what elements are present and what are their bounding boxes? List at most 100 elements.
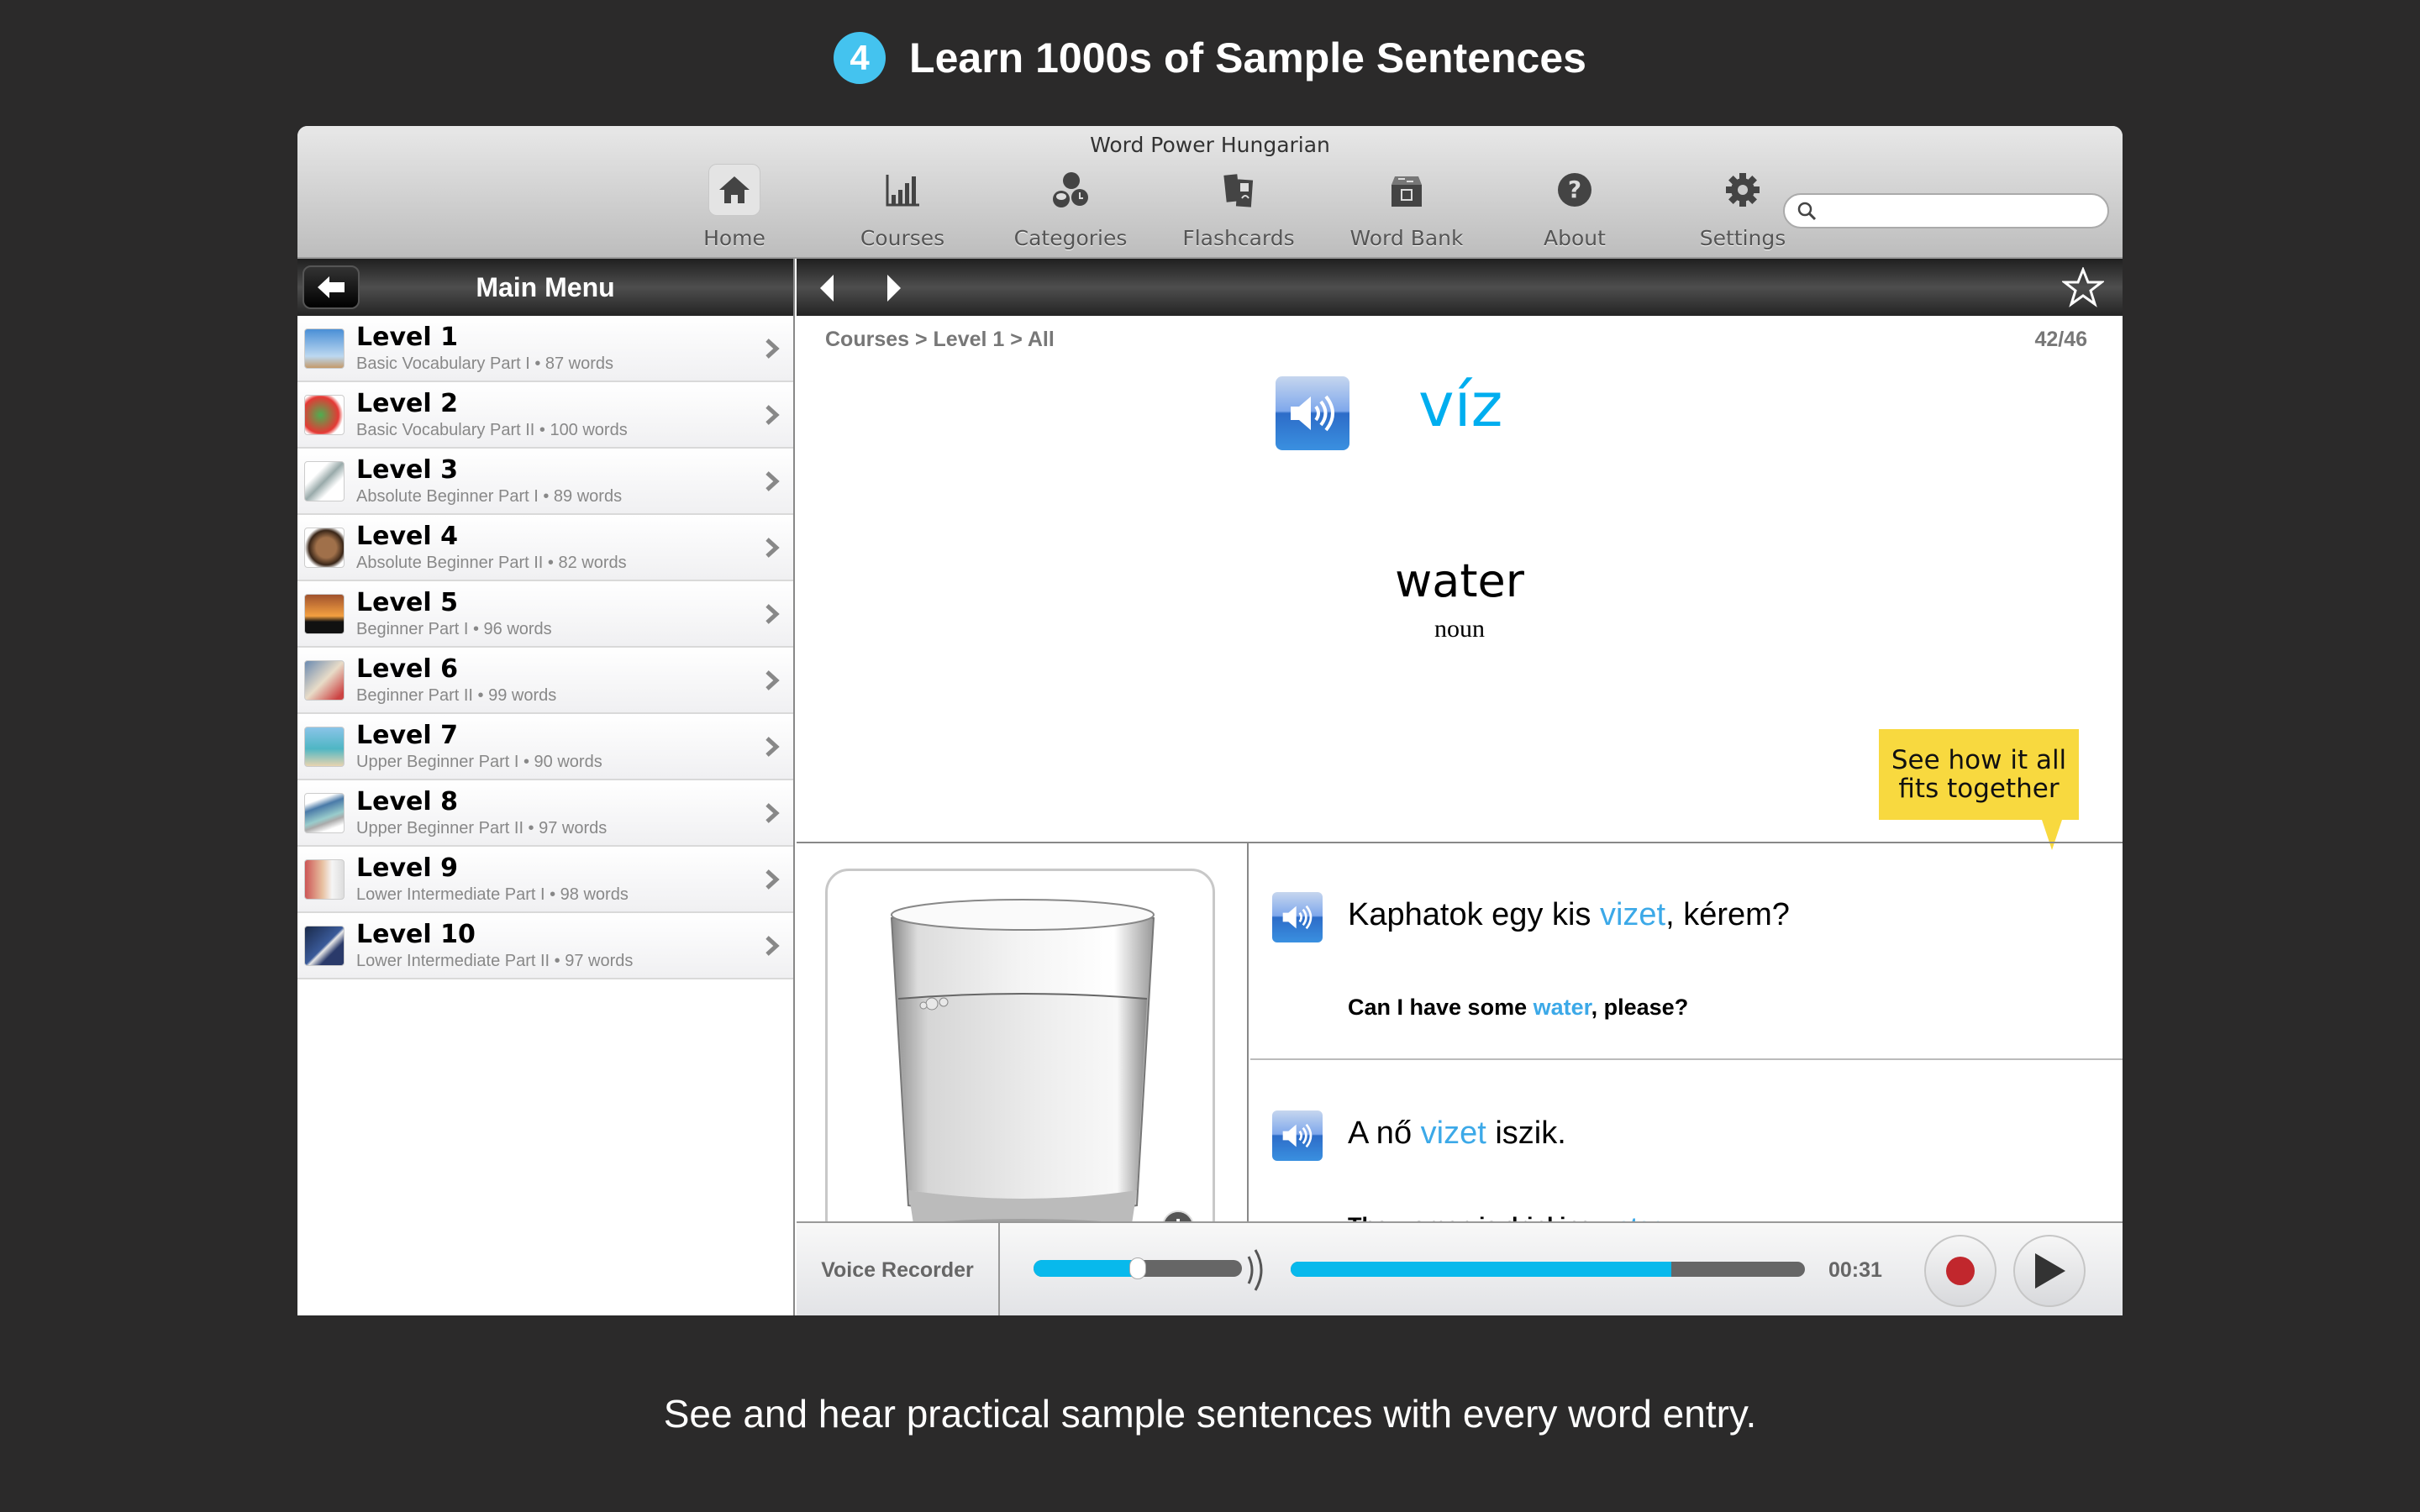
sentence-text: A nő [1348, 1116, 1421, 1151]
star-favorite-icon[interactable] [2062, 267, 2104, 307]
english-sentence: Can I have some water, please? [1348, 995, 1688, 1021]
level-subtitle: Lower Intermediate Part II • 97 words [356, 951, 634, 970]
speaker-icon [1291, 395, 1334, 432]
sidebar-title: Main Menu [476, 271, 615, 302]
chevron-right-icon [765, 405, 780, 425]
next-arrow-icon[interactable] [884, 274, 904, 302]
level-item[interactable]: Level 5 Beginner Part I • 96 words [297, 581, 793, 648]
toolbar-flashcards[interactable]: Flashcards [1155, 164, 1323, 256]
part-of-speech: noun [1434, 615, 1485, 643]
chevron-right-icon [765, 471, 780, 491]
level-item[interactable]: Level 4 Absolute Beginner Part II • 82 wo… [297, 515, 793, 581]
chevron-right-icon [765, 538, 780, 558]
toolbar-label: Flashcards [1182, 226, 1295, 250]
chevron-right-icon [765, 670, 780, 690]
play-sentence-audio-button[interactable] [1272, 1110, 1323, 1161]
home-icon [708, 164, 760, 216]
level-item[interactable]: Level 3 Absolute Beginner Part I • 89 wor… [297, 449, 793, 515]
card-counter: 42/46 [2034, 328, 2087, 351]
search-input[interactable] [1823, 200, 2107, 222]
chevron-right-icon [765, 936, 780, 956]
level-thumbnail [304, 925, 345, 966]
toolbar-categories[interactable]: Categories [986, 164, 1155, 256]
level-thumbnail [304, 328, 345, 369]
volume-fill [1034, 1260, 1138, 1277]
toolbar: Home Courses Categories Flashcards Word … [650, 164, 1827, 256]
level-subtitle: Lower Intermediate Part I • 98 words [356, 885, 629, 904]
voice-recorder-label: Voice Recorder [797, 1223, 1000, 1315]
record-button[interactable] [1924, 1235, 1996, 1307]
level-name: Level 8 [356, 786, 458, 816]
toolbar-courses[interactable]: Courses [818, 164, 986, 256]
level-subtitle: Upper Beginner Part I • 90 words [356, 752, 602, 771]
level-thumbnail [304, 726, 345, 767]
play-button[interactable] [2013, 1235, 2086, 1307]
chevron-right-icon [765, 604, 780, 624]
search-icon [1797, 202, 1817, 221]
toolbar-label: Categories [1013, 226, 1128, 250]
toolbar-word-bank[interactable]: Word Bank [1323, 164, 1491, 256]
elapsed-time: 00:31 [1828, 1258, 1882, 1282]
level-thumbnail [304, 460, 345, 501]
level-list: Level 1 Basic Vocabulary Part I • 87 word… [297, 316, 793, 979]
toolbar-about[interactable]: ? About [1491, 164, 1659, 256]
progress-fill [1291, 1262, 1671, 1277]
word-image[interactable]: + [825, 869, 1215, 1262]
categories-icon [1044, 164, 1097, 216]
level-name: Level 4 [356, 521, 458, 551]
level-item[interactable]: Level 8 Upper Beginner Part II • 97 words [297, 780, 793, 847]
play-sentence-audio-button[interactable] [1272, 892, 1323, 942]
level-item[interactable]: Level 7 Upper Beginner Part I • 90 words [297, 714, 793, 780]
window-title: Word Power Hungarian [1090, 133, 1330, 157]
bar-chart-icon [876, 164, 929, 216]
speaker-icon [1282, 1123, 1313, 1148]
toolbar-home[interactable]: Home [650, 164, 818, 256]
level-subtitle: Upper Beginner Part II • 97 words [356, 818, 608, 837]
level-item[interactable]: Level 9 Lower Intermediate Part I • 98 wo… [297, 847, 793, 913]
previous-arrow-icon[interactable] [817, 274, 837, 302]
toolbar-label: About [1544, 226, 1606, 250]
highlighted-word: vizet [1599, 897, 1666, 932]
level-name: Level 3 [356, 454, 458, 485]
water-glass-image [890, 899, 1155, 1236]
playback-progress-bar[interactable] [1291, 1262, 1805, 1277]
level-subtitle: Beginner Part I • 96 words [356, 619, 552, 638]
level-item[interactable]: Level 6 Beginner Part II • 99 words [297, 648, 793, 714]
level-item[interactable]: Level 2 Basic Vocabulary Part II • 100 wo… [297, 382, 793, 449]
toolbar-label: Settings [1699, 226, 1786, 250]
volume-slider[interactable] [1034, 1257, 1242, 1279]
level-subtitle: Absolute Beginner Part I • 89 words [356, 486, 623, 506]
breadcrumb: Courses > Level 1 > All [825, 328, 1055, 351]
question-icon: ? [1549, 164, 1601, 216]
level-item[interactable]: Level 1 Basic Vocabulary Part I • 87 word… [297, 316, 793, 382]
sentence-text: , please? [1591, 995, 1689, 1020]
volume-knob[interactable] [1129, 1257, 1146, 1279]
tooltip-callout: See how it all fits together [1879, 729, 2079, 850]
search-field[interactable] [1783, 193, 2109, 228]
level-thumbnail [304, 659, 345, 701]
sample-sentence: Kaphatok egy kis vizet, kérem? Can I hav… [1250, 843, 2123, 1060]
play-word-audio-button[interactable] [1276, 376, 1349, 450]
sentence-text: Kaphatok egy kis [1348, 897, 1600, 932]
title-bar: Word Power Hungarian Home Courses Catego… [297, 126, 2123, 259]
level-subtitle: Beginner Part II • 99 words [356, 685, 557, 705]
step-badge: 4 [834, 32, 886, 84]
level-thumbnail [304, 394, 345, 435]
level-item[interactable]: Level 10 Lower Intermediate Part II • 97 … [297, 913, 793, 979]
svg-text:?: ? [1568, 176, 1581, 203]
level-name: Level 9 [356, 853, 458, 883]
hungarian-sentence: A nő vizet iszik. [1348, 1116, 1566, 1152]
level-subtitle: Absolute Beginner Part II • 82 words [356, 553, 627, 572]
back-button[interactable] [302, 265, 360, 309]
level-thumbnail [304, 593, 345, 634]
level-thumbnail [304, 858, 345, 900]
level-name: Level 6 [356, 654, 458, 684]
sentence-text: , kérem? [1665, 897, 1790, 932]
voice-recorder: Voice Recorder 00:31 [797, 1221, 2123, 1315]
level-name: Level 1 [356, 322, 458, 352]
level-name: Level 10 [356, 919, 476, 949]
record-icon [1946, 1257, 1975, 1285]
toolbar-label: Courses [860, 226, 945, 250]
promo-caption: See and hear practical sample sentences … [663, 1392, 1757, 1436]
level-thumbnail [304, 527, 345, 568]
